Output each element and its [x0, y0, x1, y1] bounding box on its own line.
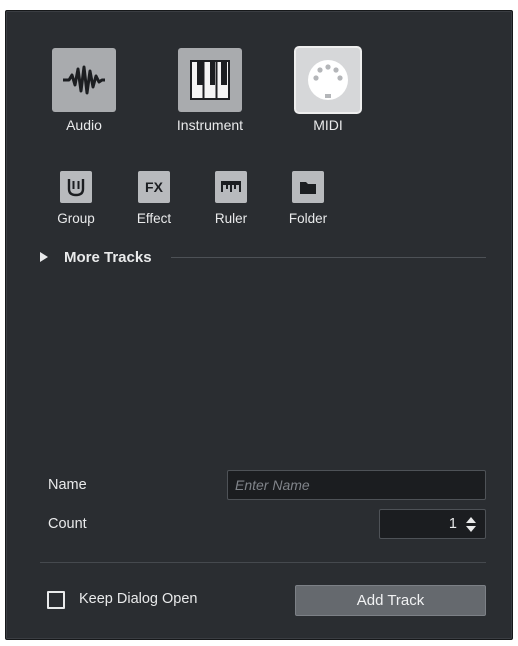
track-type-ruler-label: Ruler: [214, 211, 248, 226]
track-type-midi-label: MIDI: [313, 117, 343, 133]
track-type-instrument[interactable]: [178, 48, 242, 112]
add-track-button[interactable]: Add Track: [295, 585, 486, 616]
group-icon: [67, 179, 85, 197]
track-type-instrument-label: Instrument: [176, 117, 244, 133]
track-type-effect[interactable]: FX: [138, 171, 170, 203]
name-label: Name: [48, 477, 87, 493]
track-type-audio-label: Audio: [66, 117, 102, 133]
ruler-icon: [221, 181, 241, 192]
footer-divider: [40, 562, 486, 563]
track-type-group[interactable]: [60, 171, 92, 203]
count-stepper[interactable]: 1: [379, 509, 486, 539]
more-tracks-toggle[interactable]: More Tracks: [40, 247, 152, 267]
keep-dialog-open-checkbox[interactable]: [47, 591, 65, 609]
track-type-folder[interactable]: [292, 171, 324, 203]
midi-connector-icon: [308, 60, 348, 100]
increment-arrow-icon[interactable]: [466, 517, 476, 523]
piano-keys-icon: [190, 60, 230, 100]
track-type-group-label: Group: [57, 211, 95, 226]
track-type-ruler[interactable]: [215, 171, 247, 203]
fx-icon: FX: [145, 179, 163, 195]
count-label: Count: [48, 516, 87, 532]
count-value: 1: [448, 516, 457, 532]
waveform-icon: [63, 65, 105, 95]
name-input[interactable]: [227, 470, 486, 500]
track-type-folder-label: Folder: [288, 211, 328, 226]
expand-triangle-icon: [40, 252, 48, 262]
track-type-audio[interactable]: [52, 48, 116, 112]
add-track-dialog: Audio Instrument MIDI Group FX Effect Ru…: [5, 10, 513, 640]
keep-dialog-open-label: Keep Dialog Open: [79, 591, 198, 607]
more-tracks-label: More Tracks: [64, 248, 152, 266]
more-tracks-divider: [171, 257, 486, 258]
track-type-midi[interactable]: [296, 48, 360, 112]
folder-icon: [300, 182, 316, 194]
decrement-arrow-icon[interactable]: [466, 526, 476, 532]
track-type-effect-label: Effect: [136, 211, 172, 226]
